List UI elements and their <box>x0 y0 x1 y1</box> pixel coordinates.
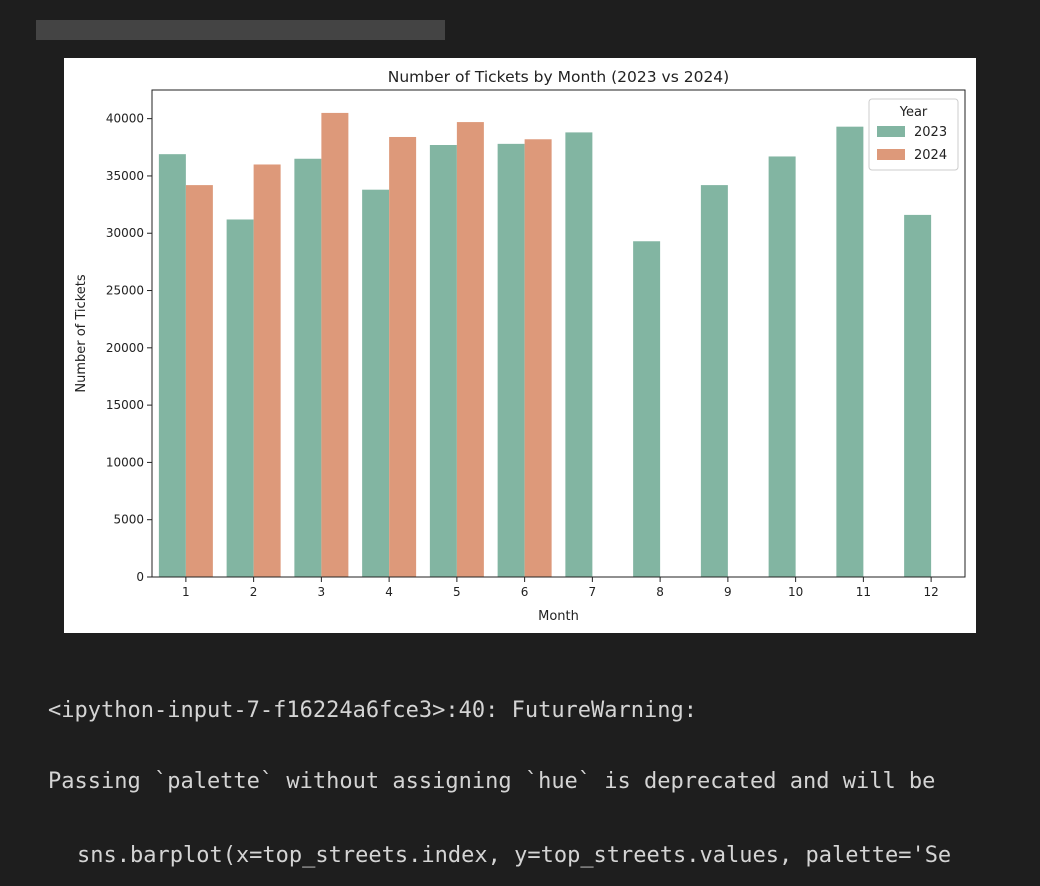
warning-source-line: sns.barplot(x=top_streets.index, y=top_s… <box>77 843 952 868</box>
bar-chart: Number of Tickets by Month (2023 vs 2024… <box>74 68 966 624</box>
warning-header: <ipython-input-7-f16224a6fce3>:40: Futur… <box>48 698 698 723</box>
bar-2023-month-2 <box>226 219 254 577</box>
y-tick-label: 25000 <box>106 284 144 298</box>
bar-2023-month-5 <box>429 145 457 577</box>
chart-title: Number of Tickets by Month (2023 vs 2024… <box>388 68 729 86</box>
y-tick-label: 15000 <box>106 398 144 412</box>
bar-2024-month-6 <box>524 139 552 577</box>
warning-message: Passing `palette` without assigning `hue… <box>48 769 936 794</box>
bar-2023-month-9 <box>700 185 728 577</box>
y-tick-label: 0 <box>136 570 144 584</box>
y-tick-label: 40000 <box>106 112 144 126</box>
x-tick-label: 2 <box>250 585 258 599</box>
x-tick-label: 11 <box>856 585 871 599</box>
legend-label-2024: 2024 <box>914 148 947 163</box>
bar-2024-month-5 <box>456 122 484 577</box>
bar-2023-month-1 <box>158 154 186 577</box>
x-tick-label: 3 <box>318 585 326 599</box>
x-axis-label: Month <box>538 609 579 624</box>
bar-2023-month-11 <box>836 126 864 577</box>
x-tick-label: 7 <box>589 585 597 599</box>
y-tick-label: 10000 <box>106 455 144 469</box>
legend-swatch-2024 <box>877 149 905 160</box>
x-tick-label: 4 <box>385 585 393 599</box>
bar-2023-month-3 <box>294 158 322 577</box>
legend-title: Year <box>899 105 928 120</box>
y-tick-label: 30000 <box>106 226 144 240</box>
x-tick-label: 10 <box>788 585 803 599</box>
bar-2023-month-8 <box>633 241 661 577</box>
bar-2024-month-4 <box>389 136 417 577</box>
x-tick-label: 5 <box>453 585 461 599</box>
bar-2023-month-7 <box>565 132 593 577</box>
y-axis-label: Number of Tickets <box>74 274 89 392</box>
chart-output: Number of Tickets by Month (2023 vs 2024… <box>64 58 976 633</box>
x-tick-label: 6 <box>521 585 529 599</box>
bar-2023-month-6 <box>497 143 525 577</box>
cell-progress-bar <box>36 20 445 40</box>
y-tick-label: 35000 <box>106 169 144 183</box>
bar-2024-month-1 <box>185 185 213 577</box>
x-tick-label: 1 <box>182 585 190 599</box>
legend-label-2023: 2023 <box>914 125 947 140</box>
x-tick-label: 8 <box>656 585 664 599</box>
x-tick-label: 9 <box>724 585 732 599</box>
bar-2024-month-2 <box>253 164 281 577</box>
y-tick-label: 20000 <box>106 341 144 355</box>
legend-swatch-2023 <box>877 126 905 137</box>
bar-2023-month-12 <box>904 214 932 577</box>
bar-2023-month-4 <box>362 189 390 577</box>
bar-2024-month-3 <box>321 112 349 577</box>
y-tick-label: 5000 <box>113 513 144 527</box>
bar-2023-month-10 <box>768 156 796 577</box>
x-tick-label: 12 <box>923 585 938 599</box>
